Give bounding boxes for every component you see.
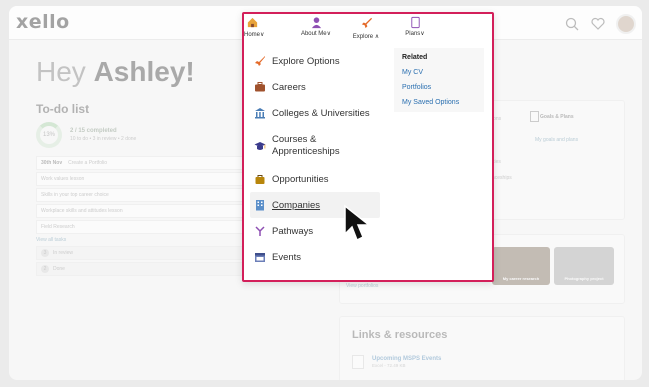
photo-career-research[interactable]: My career research	[492, 247, 550, 285]
progress-ring: 13%	[36, 122, 62, 148]
menu-item-events[interactable]: Events	[250, 244, 380, 270]
bag-icon	[255, 175, 265, 184]
menu-item-colleges[interactable]: Colleges & Universities	[250, 100, 380, 126]
links-title: Links & resources	[352, 329, 448, 341]
tab-plans-label: Plans	[405, 31, 421, 37]
menu-item-courses[interactable]: Courses & Apprenticeships	[250, 126, 380, 166]
menu-item-opportunities[interactable]: Opportunities	[250, 166, 380, 192]
chevron-down-icon: ∨	[260, 32, 265, 38]
document-icon	[410, 16, 420, 29]
links-card: Links & resources Upcoming MSPS Events E…	[339, 316, 625, 380]
tab-explore-label: Explore	[352, 34, 374, 40]
rocket-icon	[255, 56, 265, 66]
tab-explore[interactable]: Explore ∧	[346, 14, 386, 44]
file-icon	[352, 355, 364, 369]
completed-breakdown: 10 to do • 3 in review • 2 done	[70, 136, 137, 142]
resource-meta: Excel - 72.49 KB	[372, 363, 406, 368]
xello-logo[interactable]: xello	[16, 11, 70, 33]
completed-count: 2 / 15 completed	[70, 128, 117, 134]
rocket-icon	[361, 17, 372, 29]
avatar[interactable]	[616, 14, 636, 34]
mouse-cursor-icon	[344, 204, 372, 242]
chevron-down-icon: ∨	[420, 31, 425, 37]
tab-about-me[interactable]: About Me∨	[286, 14, 346, 44]
related-link-portfolios[interactable]: Portfolios	[402, 84, 476, 91]
office-icon	[256, 200, 264, 211]
related-link-saved-options[interactable]: My Saved Options	[402, 99, 476, 106]
chevron-down-icon: ∨	[326, 31, 332, 37]
briefcase-icon	[255, 82, 265, 92]
chevron-up-icon: ∧	[374, 34, 380, 40]
related-link-my-cv[interactable]: My CV	[402, 69, 476, 76]
greeting-prefix: Hey	[36, 56, 86, 87]
user-name: Ashley!	[93, 56, 195, 87]
document-icon	[530, 111, 539, 122]
card-text: nceships	[492, 175, 512, 181]
resource-item[interactable]: Upcoming MSPS Events Excel - 72.49 KB	[352, 355, 441, 369]
search-icon[interactable]	[564, 16, 580, 32]
related-panel: Related My CV Portfolios My Saved Option…	[394, 48, 484, 112]
tab-about-me-label: About Me	[300, 31, 327, 37]
graduation-cap-icon	[254, 142, 266, 150]
goals-title: Goals & Plans	[540, 114, 574, 120]
tab-home-label: Home	[244, 32, 261, 38]
nav-tabs: Home∨ About Me∨ Explore ∧ Plans∨	[244, 14, 492, 44]
menu-item-explore-options[interactable]: Explore Options	[250, 48, 380, 74]
person-icon	[311, 17, 321, 29]
heart-icon[interactable]	[590, 16, 606, 32]
home-icon	[247, 17, 258, 28]
fork-icon	[255, 226, 265, 236]
top-right-icons	[564, 14, 636, 34]
resource-title: Upcoming MSPS Events	[372, 356, 442, 362]
goals-link[interactable]: My goals and plans	[535, 137, 578, 143]
tab-plans[interactable]: Plans∨	[400, 14, 430, 44]
calendar-icon	[255, 253, 265, 262]
related-title: Related	[402, 54, 428, 61]
photo-photography-project[interactable]: Photography project	[554, 247, 614, 285]
greeting: Hey Ashley!	[36, 56, 195, 88]
building-icon	[255, 108, 265, 119]
view-portfolios-link[interactable]: View portfolios	[346, 283, 378, 289]
tab-home[interactable]: Home∨	[244, 14, 264, 44]
menu-item-careers[interactable]: Careers	[250, 74, 380, 100]
